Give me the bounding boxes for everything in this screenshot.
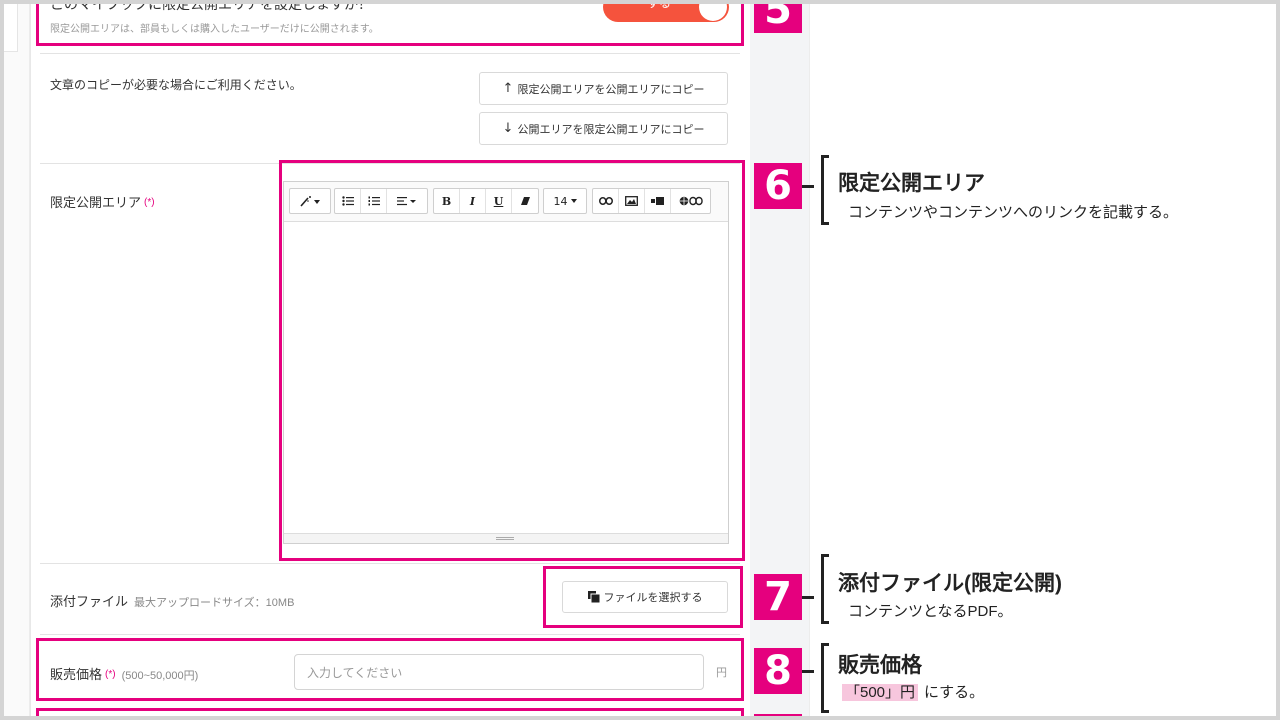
copy-instructions: 文章のコピーが必要な場合にご利用ください。: [50, 78, 302, 92]
limited-area-toggle[interactable]: する: [603, 0, 729, 22]
required-mark: (*): [105, 669, 116, 680]
copy-files-icon: [587, 591, 600, 603]
arrow-down-icon: ↓: [502, 121, 514, 136]
annotation-8-desc-text: にする。: [924, 684, 985, 701]
align-icon[interactable]: [387, 189, 427, 213]
font-size-text: 14: [553, 194, 568, 208]
annotation-bracket: [821, 155, 829, 225]
annotation-6-title: 限定公開エリア: [838, 172, 985, 195]
eraser-icon[interactable]: [512, 189, 538, 213]
select-file-button[interactable]: ファイルを選択する: [562, 581, 728, 613]
annotation-8-highlight: 「500」円: [842, 684, 919, 701]
annotation-7-title: 添付ファイル(限定公開): [838, 572, 1062, 595]
annotation-bracket: [821, 554, 829, 624]
magic-wand-icon[interactable]: [290, 189, 330, 213]
editor-resize-handle[interactable]: [284, 533, 728, 543]
image-icon[interactable]: [619, 189, 645, 213]
section5-title: このマイブックに限定公開エリアを設定しますか？: [50, 0, 372, 12]
upload-size-hint: 最大アップロードサイズ：10MB: [134, 597, 295, 609]
annotation-bracket: [821, 643, 829, 713]
toolbar-group-insert: [592, 188, 711, 214]
video-icon[interactable]: [645, 189, 671, 213]
rich-text-editor[interactable]: B I U 14: [283, 181, 729, 544]
grip-icon: [496, 537, 514, 540]
step-badge-5: 5: [754, 0, 802, 33]
web-link-icon[interactable]: [671, 189, 710, 213]
bold-icon[interactable]: B: [434, 189, 460, 213]
section9-highlight-box: [36, 708, 744, 720]
annotation-6-desc: コンテンツやコンテンツへのリンクを記載する。: [848, 204, 1179, 221]
annotation-8-desc: 「500」円 にする。: [842, 681, 984, 702]
link-icon[interactable]: [593, 189, 619, 213]
toggle-knob: [699, 0, 727, 21]
arrow-up-icon: ↑: [502, 81, 514, 96]
italic-icon[interactable]: I: [460, 189, 486, 213]
price-input[interactable]: 入力してください: [294, 654, 704, 690]
toolbar-group-format: B I U: [433, 188, 539, 214]
price-label: 販売価格 (*) (500~50,000円): [50, 664, 198, 683]
step-badge-6: 6: [754, 163, 802, 209]
price-range-hint: (500~50,000円): [121, 670, 199, 682]
left-gutter: [4, 4, 30, 716]
price-placeholder: 入力してください: [307, 665, 403, 680]
annotation-connector: [802, 596, 814, 599]
copy-public-to-limited-label: 公開エリアを限定公開エリアにコピー: [517, 123, 705, 136]
step-badge-8: 8: [754, 648, 802, 694]
attachment-label: 添付ファイル 最大アップロードサイズ：10MB: [50, 591, 294, 610]
step-badge-7: 7: [754, 574, 802, 620]
divider: [40, 634, 740, 635]
limited-area-label-text: 限定公開エリア: [50, 195, 142, 210]
copy-limited-to-public-button[interactable]: ↑ 限定公開エリアを公開エリアにコピー: [479, 72, 728, 105]
toggle-label: する: [647, 0, 672, 10]
underline-icon[interactable]: U: [486, 189, 512, 213]
price-unit: 円: [716, 667, 727, 679]
toolbar-group-style: [289, 188, 331, 214]
annotation-connector: [802, 670, 814, 673]
annotation-connector: [802, 185, 814, 188]
divider: [40, 53, 740, 54]
divider: [40, 563, 740, 564]
annotation-7-desc: コンテンツとなるPDF。: [848, 603, 1013, 620]
price-label-text: 販売価格: [50, 667, 103, 682]
required-mark: (*): [144, 197, 155, 208]
step-badge-9-partial: [754, 714, 802, 720]
annotation-8-title: 販売価格: [838, 654, 922, 677]
font-size-select[interactable]: 14: [543, 188, 587, 214]
numbered-list-icon[interactable]: [361, 189, 387, 213]
left-stub: [4, 4, 18, 52]
bullet-list-icon[interactable]: [335, 189, 361, 213]
editor-toolbar: B I U 14: [284, 182, 728, 222]
copy-public-to-limited-button[interactable]: ↓ 公開エリアを限定公開エリアにコピー: [479, 112, 728, 145]
select-file-label: ファイルを選択する: [603, 592, 703, 604]
section5-subtitle: 限定公開エリアは、部員もしくは購入したユーザーだけに公開されます。: [50, 24, 379, 35]
toolbar-group-lists: [334, 188, 428, 214]
attachment-label-text: 添付ファイル: [50, 594, 129, 609]
copy-limited-to-public-label: 限定公開エリアを公開エリアにコピー: [517, 83, 705, 96]
limited-area-label: 限定公開エリア (*): [50, 192, 155, 211]
font-size-value: 14: [544, 189, 586, 213]
